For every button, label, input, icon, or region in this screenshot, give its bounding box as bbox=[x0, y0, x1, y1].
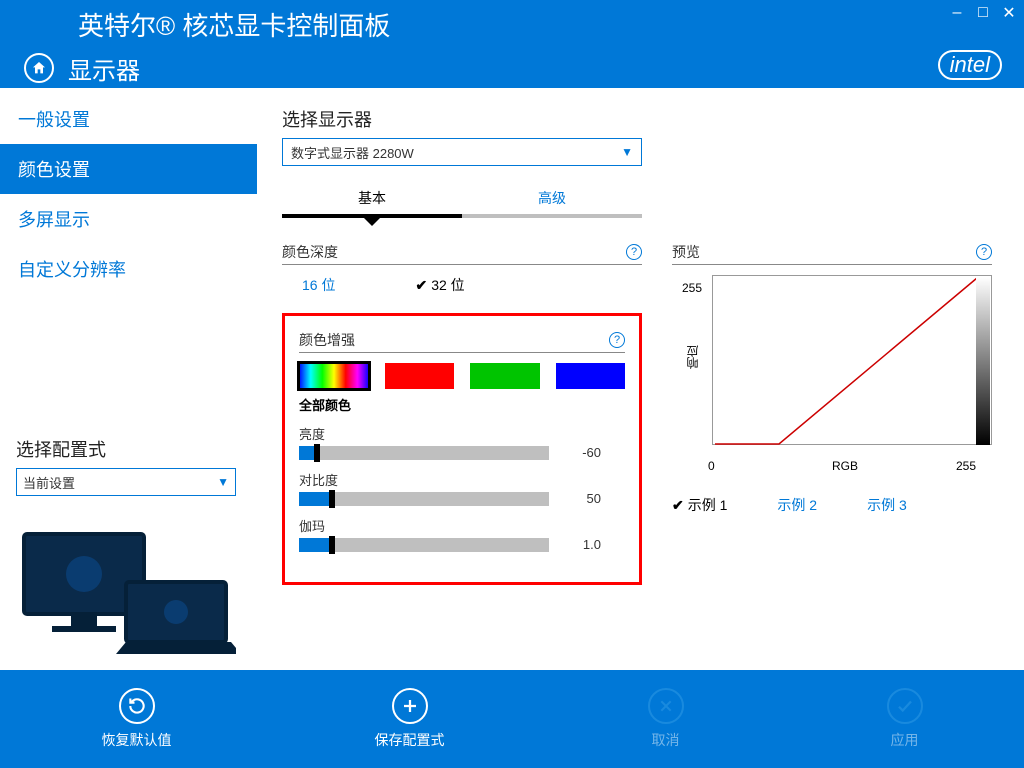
swatch-blue[interactable] bbox=[556, 363, 626, 389]
contrast-slider[interactable] bbox=[299, 492, 549, 506]
title-bar: 英特尔® 核芯显卡控制面板 – □ ✕ bbox=[0, 0, 1024, 48]
sidebar-item-customres[interactable]: 自定义分辨率 bbox=[0, 244, 257, 294]
example-3[interactable]: 示例 3 bbox=[867, 495, 907, 515]
main-panel: 选择显示器 数字式显示器 2280W ▼ 基本 高级 颜色深度 ? 16 位 bbox=[258, 88, 1024, 670]
help-icon[interactable]: ? bbox=[609, 332, 625, 348]
preview-header: 预览 ? bbox=[672, 242, 992, 265]
sidebar-item-multidisplay[interactable]: 多屏显示 bbox=[0, 194, 257, 244]
brightness-value: -60 bbox=[561, 445, 601, 460]
mode-tabs: 基本 高级 bbox=[282, 188, 642, 218]
profile-select[interactable]: 当前设置 ▼ bbox=[16, 468, 236, 496]
section-header: 显示器 intel bbox=[0, 48, 1024, 88]
cancel-button: 取消 bbox=[648, 688, 684, 750]
window-controls: – □ ✕ bbox=[948, 4, 1018, 22]
x-max-tick: 255 bbox=[956, 459, 976, 473]
x-min-tick: 0 bbox=[708, 459, 715, 473]
gamma-slider[interactable] bbox=[299, 538, 549, 552]
example-1[interactable]: ✔ 示例 1 bbox=[672, 495, 727, 515]
gamma-value: 1.0 bbox=[561, 537, 601, 552]
color-enhance-panel: 颜色增强 ? 全部颜色 亮度 bbox=[282, 313, 642, 585]
color-enhance-label: 颜色增强 bbox=[299, 330, 355, 350]
all-colors-label: 全部颜色 bbox=[299, 395, 625, 414]
display-select[interactable]: 数字式显示器 2280W ▼ bbox=[282, 138, 642, 166]
help-icon[interactable]: ? bbox=[976, 244, 992, 260]
contrast-label: 对比度 bbox=[299, 470, 625, 489]
depth-option-32[interactable]: ✔ 32 位 bbox=[415, 275, 464, 295]
contrast-value: 50 bbox=[561, 491, 601, 506]
brightness-label: 亮度 bbox=[299, 424, 625, 443]
section-title: 显示器 bbox=[68, 51, 140, 86]
restore-defaults-button[interactable]: 恢复默认值 bbox=[102, 688, 172, 750]
select-display-label: 选择显示器 bbox=[282, 106, 1000, 132]
swatch-all-colors[interactable] bbox=[299, 363, 369, 389]
swatch-red[interactable] bbox=[385, 363, 455, 389]
intel-logo: intel bbox=[938, 50, 1002, 80]
preview-label: 预览 bbox=[672, 242, 700, 262]
footer-bar: 恢复默认值 保存配置式 取消 应用 bbox=[0, 670, 1024, 768]
check-icon bbox=[887, 688, 923, 724]
x-axis-label: RGB bbox=[832, 459, 858, 473]
gradient-strip bbox=[976, 277, 990, 445]
close-button[interactable]: ✕ bbox=[1000, 4, 1018, 22]
plus-icon bbox=[392, 688, 428, 724]
check-icon: ✔ bbox=[672, 497, 684, 514]
chevron-down-icon: ▼ bbox=[621, 145, 633, 159]
y-max-tick: 255 bbox=[682, 281, 702, 295]
display-value: 数字式显示器 2280W bbox=[291, 143, 414, 162]
minimize-button[interactable]: – bbox=[948, 4, 966, 22]
brightness-slider[interactable] bbox=[299, 446, 549, 460]
app-title: 英特尔® 核芯显卡控制面板 bbox=[78, 6, 390, 43]
color-enhance-header: 颜色增强 ? bbox=[299, 330, 625, 353]
example-2[interactable]: 示例 2 bbox=[777, 495, 817, 515]
chevron-down-icon: ▼ bbox=[217, 475, 229, 489]
maximize-button[interactable]: □ bbox=[974, 4, 992, 22]
sidebar-item-general[interactable]: 一般设置 bbox=[0, 94, 257, 144]
apply-button: 应用 bbox=[887, 688, 923, 750]
tab-basic[interactable]: 基本 bbox=[282, 188, 462, 218]
profile-value: 当前设置 bbox=[23, 473, 75, 492]
sidebar: 一般设置 颜色设置 多屏显示 自定义分辨率 选择配置式 当前设置 ▼ bbox=[0, 88, 258, 670]
help-icon[interactable]: ? bbox=[626, 244, 642, 260]
profile-label: 选择配置式 bbox=[16, 436, 241, 462]
home-icon[interactable] bbox=[24, 53, 54, 83]
swatch-green[interactable] bbox=[470, 363, 540, 389]
check-icon: ✔ bbox=[415, 277, 427, 294]
color-depth-header: 颜色深度 ? bbox=[282, 242, 642, 265]
preview-examples: ✔ 示例 1 示例 2 示例 3 bbox=[672, 495, 1000, 515]
cross-icon bbox=[648, 688, 684, 724]
y-axis-label: 响应 bbox=[684, 345, 701, 369]
preview-chart bbox=[712, 275, 992, 445]
gamma-label: 伽玛 bbox=[299, 516, 625, 535]
device-illustration bbox=[16, 526, 236, 656]
undo-icon bbox=[119, 688, 155, 724]
depth-option-16[interactable]: 16 位 bbox=[302, 275, 335, 295]
tab-advanced[interactable]: 高级 bbox=[462, 188, 642, 218]
sidebar-item-color[interactable]: 颜色设置 bbox=[0, 144, 257, 194]
save-profile-button[interactable]: 保存配置式 bbox=[375, 688, 445, 750]
color-depth-label: 颜色深度 bbox=[282, 242, 338, 262]
